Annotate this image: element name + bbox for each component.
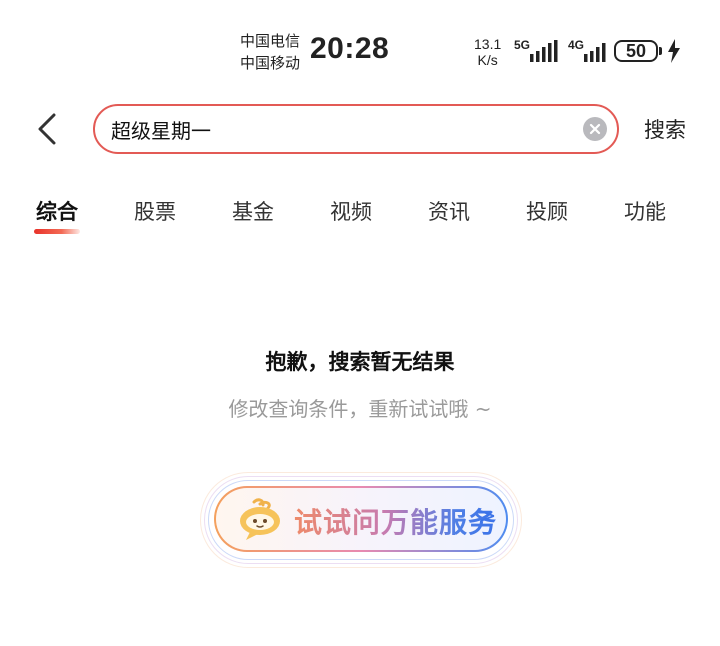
network-speed: 13.1 K/s xyxy=(474,36,501,68)
search-box xyxy=(93,104,619,154)
chevron-left-icon[interactable] xyxy=(32,112,62,146)
clear-circle-icon[interactable] xyxy=(583,117,607,141)
sim1-signal-bars-icon: 1 xyxy=(530,40,558,64)
carrier-info: 中国电信 中国移动 xyxy=(240,30,300,74)
tab-funds[interactable]: 基金 xyxy=(213,196,293,226)
search-input[interactable] xyxy=(111,106,571,152)
battery-indicator: 50 xyxy=(614,40,658,62)
status-bar: 中国电信 中国移动 20:28 13.1 K/s 5G 1 4G 50 xyxy=(0,0,720,90)
sim2-network-tag: 4G xyxy=(568,38,585,52)
sim2-signal: 4G xyxy=(568,38,608,64)
result-tabs: 综合 股票 基金 视频 资讯 投顾 功能 xyxy=(0,196,720,246)
battery-tip xyxy=(659,47,662,55)
sim2-signal-bars-icon xyxy=(584,43,606,62)
carrier-2: 中国移动 xyxy=(240,54,301,72)
empty-state-subtitle: 修改查询条件，重新试试哦 ~ xyxy=(228,397,492,421)
network-speed-unit: K/s xyxy=(477,52,498,68)
carrier-1: 中国电信 xyxy=(240,32,301,50)
assistant-mascot-icon xyxy=(240,498,280,540)
network-speed-value: 13.1 xyxy=(474,36,502,52)
tab-features[interactable]: 功能 xyxy=(605,196,685,226)
tab-videos[interactable]: 视频 xyxy=(311,196,391,226)
ask-assistant-label: 试试问万能服务 xyxy=(294,501,497,541)
active-tab-indicator xyxy=(34,229,80,234)
search-header: 搜索 xyxy=(0,100,720,160)
tab-news[interactable]: 资讯 xyxy=(409,196,489,226)
sim1-signal: 5G 1 xyxy=(514,38,564,64)
tab-stocks[interactable]: 股票 xyxy=(115,196,195,226)
empty-state-title: 抱歉，搜索暂无结果 xyxy=(265,350,455,374)
tab-advisors[interactable]: 投顾 xyxy=(507,196,587,226)
ask-assistant-button[interactable]: 试试问万能服务 > xyxy=(200,470,522,570)
chevron-right-icon: > xyxy=(478,504,497,529)
tab-comprehensive[interactable]: 综合 xyxy=(17,196,97,226)
search-button[interactable]: 搜索 xyxy=(644,114,686,144)
svg-text:1: 1 xyxy=(530,57,532,64)
sim1-network-tag: 5G xyxy=(514,38,531,52)
lightning-icon xyxy=(668,39,680,63)
status-clock: 20:28 xyxy=(310,32,390,65)
